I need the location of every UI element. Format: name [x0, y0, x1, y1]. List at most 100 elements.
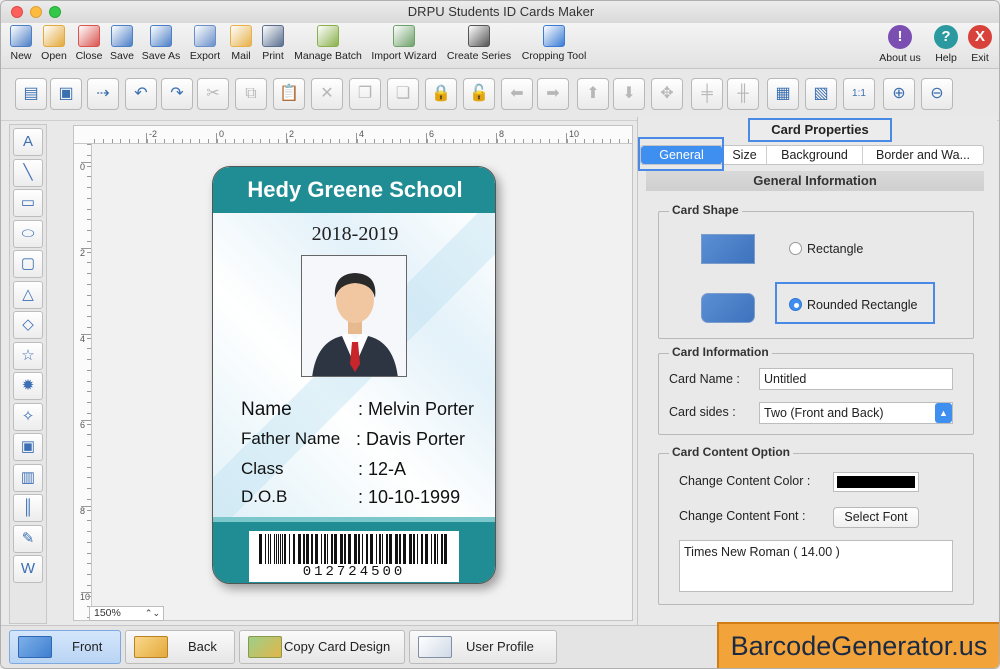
barcode-bar — [425, 534, 428, 564]
ruler-minor-tick — [87, 262, 91, 264]
triangle-tool-icon[interactable]: △ — [13, 280, 43, 309]
library-tool-icon[interactable]: ▥ — [13, 463, 43, 492]
image-icon[interactable]: ▣ — [50, 78, 82, 110]
window-maximize-icon[interactable] — [49, 6, 61, 18]
card-field-value[interactable]: : 12-A — [358, 459, 406, 480]
paste-icon[interactable]: 📋 — [273, 78, 305, 110]
zoom-out-icon[interactable]: ⊖ — [921, 78, 953, 110]
barcode-bar — [321, 534, 322, 564]
card-field-value[interactable]: : Melvin Porter — [358, 399, 474, 420]
ruler-minor-tick — [251, 139, 253, 143]
zoom-select[interactable]: 150% ⌃⌄ — [89, 606, 164, 621]
center-icon[interactable]: ✥ — [651, 78, 683, 110]
ruler-icon[interactable]: ▧ — [805, 78, 837, 110]
unlock-icon[interactable]: 🔓 — [463, 78, 495, 110]
rectangle-tool-icon[interactable]: ▭ — [13, 189, 43, 217]
align-vertical-icon[interactable]: ╪ — [691, 78, 723, 110]
card-sides-select[interactable]: Two (Front and Back) ▲ — [759, 402, 953, 424]
move-down-icon[interactable]: ⬇ — [613, 78, 645, 110]
front-button[interactable]: Front — [9, 630, 121, 664]
star-tool-icon[interactable]: ☆ — [13, 341, 43, 370]
export-image-icon[interactable]: ⇢ — [87, 78, 119, 110]
window-minimize-icon[interactable] — [30, 6, 42, 18]
barcode-bar — [437, 534, 438, 564]
ruler-label: 8 — [80, 506, 86, 516]
exit-button[interactable]: X Exit — [950, 25, 999, 64]
card-properties-panel: Card Properties General Size Background … — [637, 117, 997, 625]
ruler-label: 6 — [80, 420, 86, 430]
menu-manage-batch-button[interactable]: Manage Batch — [288, 25, 368, 62]
burst-tool-icon[interactable]: ✹ — [13, 372, 43, 400]
undo-icon[interactable]: ↶ — [125, 78, 157, 110]
cut-icon[interactable]: ✂ — [197, 78, 229, 110]
card-field-value[interactable]: : 10-10-1999 — [358, 487, 460, 508]
copy-icon[interactable]: ⧉ — [235, 78, 267, 110]
send-back-icon[interactable]: ❏ — [387, 78, 419, 110]
card-field-label[interactable]: Father Name — [241, 429, 340, 449]
card-sides-label: Card sides : — [669, 405, 736, 419]
rectangle-label[interactable]: Rectangle — [807, 242, 863, 256]
line-tool-icon[interactable]: ╲ — [13, 158, 43, 187]
actual-size-icon[interactable]: 1:1 — [843, 78, 875, 110]
redo-icon[interactable]: ↷ — [161, 78, 193, 110]
ellipse-tool-icon[interactable]: ⬭ — [13, 219, 43, 248]
user-profile-button[interactable]: User Profile — [409, 630, 557, 664]
barcode-bar — [382, 534, 383, 564]
ruler-minor-tick — [94, 139, 95, 143]
move-left-icon[interactable]: ⬅ — [501, 78, 533, 110]
bring-front-icon[interactable]: ❐ — [349, 78, 381, 110]
diamond-tool-icon[interactable]: ◇ — [13, 311, 43, 339]
rounded-rectangle-label[interactable]: Rounded Rectangle — [807, 298, 918, 312]
card-name-label: Card Name : — [669, 372, 740, 386]
barcode-bar — [386, 534, 388, 564]
ruler-vertical: 0 2 4 6 8 10 — [74, 144, 92, 620]
shape-tool-icon[interactable]: ✧ — [13, 402, 43, 431]
back-button[interactable]: Back — [125, 630, 235, 664]
card-photo[interactable] — [301, 255, 407, 377]
ruler-minor-tick — [321, 139, 323, 143]
card-field-label[interactable]: D.O.B — [241, 487, 287, 507]
card-field-label[interactable]: Name — [241, 399, 292, 421]
copy-card-design-button[interactable]: Copy Card Design — [239, 630, 405, 664]
tab-border-and-watermark[interactable]: Border and Wa... — [863, 146, 983, 164]
zoom-in-icon[interactable]: ⊕ — [883, 78, 915, 110]
signature-tool-icon[interactable]: ✎ — [13, 524, 43, 553]
move-up-icon[interactable]: ⬆ — [577, 78, 609, 110]
barcode-tool-icon[interactable]: ║ — [13, 494, 43, 522]
watermark-tool-icon[interactable]: W — [13, 555, 43, 583]
grid-icon[interactable]: ▦ — [767, 78, 799, 110]
tab-size[interactable]: Size — [723, 146, 767, 164]
rounded-rectangle-tool-icon[interactable]: ▢ — [13, 250, 43, 278]
menu-import-wizard-button[interactable]: Import Wizard — [364, 25, 444, 62]
menu-create-series-button[interactable]: Create Series — [439, 25, 519, 62]
ruler-minor-tick — [619, 139, 620, 143]
card-barcode[interactable]: 012724500 — [249, 531, 459, 582]
properties-icon[interactable]: ▤ — [15, 78, 47, 110]
card-name-input[interactable]: Untitled — [759, 368, 953, 390]
move-right-icon[interactable]: ➡ — [537, 78, 569, 110]
rectangle-radio[interactable] — [789, 242, 802, 255]
text-tool-icon[interactable]: A — [13, 128, 43, 156]
align-horizontal-icon[interactable]: ╫ — [727, 78, 759, 110]
id-card-preview[interactable]: Hedy Greene School 2018-2019 Name : Melvi… — [212, 166, 496, 584]
card-field-label[interactable]: Class — [241, 459, 284, 479]
delete-icon[interactable]: ✕ — [311, 78, 343, 110]
lock-icon[interactable]: 🔒 — [425, 78, 457, 110]
tab-background[interactable]: Background — [767, 146, 863, 164]
card-field-value[interactable]: : Davis Porter — [356, 429, 465, 450]
card-year[interactable]: 2018-2019 — [213, 223, 495, 246]
menu-label: Print — [262, 50, 284, 62]
barcode-bar — [284, 534, 286, 564]
ruler-minor-tick — [111, 139, 113, 143]
card-back-icon — [134, 636, 168, 658]
menu-label: Exit — [971, 52, 989, 64]
content-color-picker[interactable] — [833, 472, 919, 492]
card-school-name[interactable]: Hedy Greene School — [213, 167, 495, 213]
menu-cropping-tool-button[interactable]: Cropping Tool — [514, 25, 594, 62]
rounded-rectangle-radio[interactable] — [789, 298, 802, 311]
select-font-button[interactable]: Select Font — [833, 507, 919, 528]
card-information-title: Card Information — [669, 345, 772, 359]
ruler-minor-tick — [87, 305, 91, 307]
picture-tool-icon[interactable]: ▣ — [13, 433, 43, 461]
window-close-icon[interactable] — [11, 6, 23, 18]
